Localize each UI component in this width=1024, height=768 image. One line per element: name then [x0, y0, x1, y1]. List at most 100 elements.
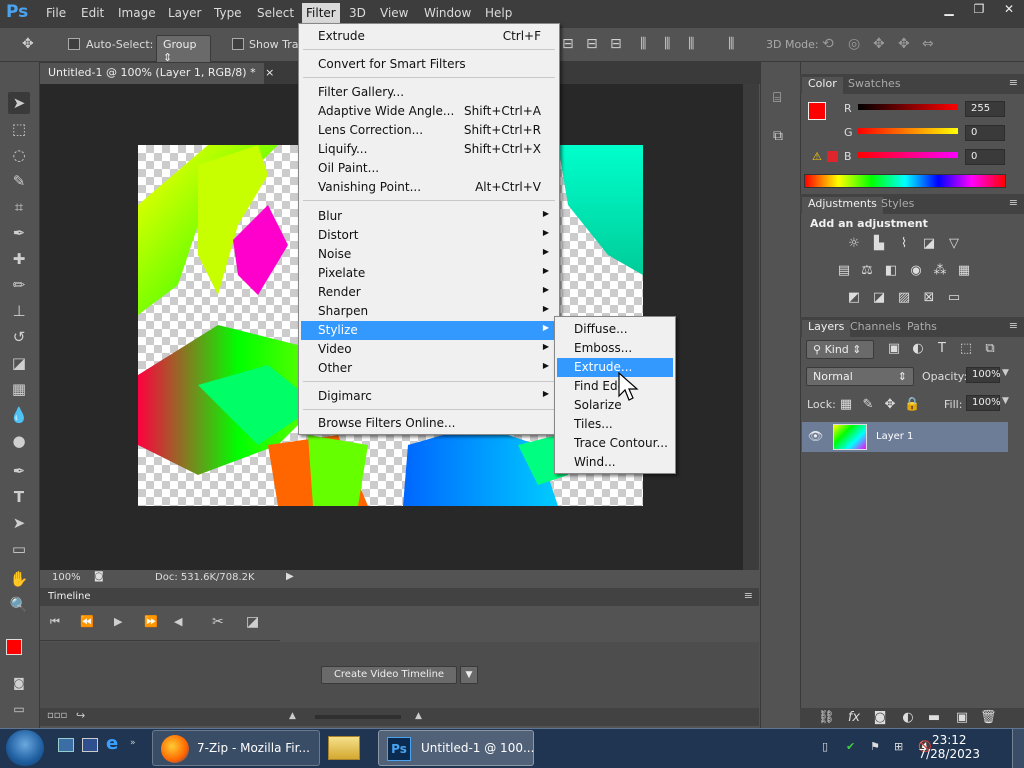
zoom-out-icon[interactable]: ▲ — [289, 711, 296, 721]
quicklaunch-overflow-icon[interactable]: » — [130, 738, 136, 748]
layer-name[interactable]: Layer 1 — [876, 431, 913, 442]
submenu-item-extrude[interactable]: Extrude... — [557, 358, 673, 377]
hand-tool-icon[interactable]: ✋ — [8, 568, 30, 590]
quick-mask-icon[interactable]: ◙ — [8, 672, 30, 694]
zoom-in-icon[interactable]: ▲ — [415, 711, 422, 721]
color-lookup-icon[interactable]: ▦ — [956, 263, 972, 279]
timeline-dropdown-icon[interactable]: ▼ — [460, 666, 478, 684]
blend-mode-select[interactable]: Normal ⇕ — [806, 367, 914, 386]
auto-select-checkbox[interactable] — [68, 38, 80, 53]
zoom-level[interactable]: 100% — [52, 572, 81, 583]
layer-row[interactable]: 👁 Layer 1 — [802, 422, 1008, 452]
posterize-icon[interactable]: ◪ — [871, 290, 887, 306]
gamut-color-swatch[interactable] — [827, 151, 838, 162]
lock-all-icon[interactable]: 🔒 — [904, 397, 920, 413]
document-tab[interactable]: Untitled-1 @ 100% (Layer 1, RGB/8) * × — [40, 63, 274, 84]
gradient-map-icon[interactable]: ▭ — [946, 290, 962, 306]
menu-item[interactable]: Lens Correction... Shift+Ctrl+R — [301, 121, 557, 140]
channel-mixer-icon[interactable]: ⁂ — [932, 263, 948, 279]
panel-menu-icon[interactable]: ≡ — [1009, 76, 1018, 89]
menu-type[interactable]: Type — [214, 6, 242, 20]
r-value[interactable]: 255 — [965, 101, 1005, 117]
zoom-tool-icon[interactable]: 🔍 — [8, 594, 30, 616]
audio-icon[interactable]: ◀ — [174, 615, 182, 628]
menu-item[interactable]: Extrude Ctrl+F — [301, 27, 557, 46]
menu-item[interactable]: Adaptive Wide Angle... Shift+Ctrl+A — [301, 102, 557, 121]
panel-menu-icon[interactable]: ≡ — [1009, 196, 1018, 209]
quicklaunch-icon[interactable] — [82, 738, 98, 752]
action-center-flag-icon[interactable]: ⚑ — [870, 740, 880, 753]
close-icon[interactable]: ✕ — [994, 0, 1024, 18]
menu-item[interactable]: Sharpen ▶ — [301, 302, 557, 321]
tab-adjustments[interactable]: Adjustments — [802, 197, 883, 214]
auto-align-icon[interactable]: ⫼ — [728, 36, 734, 52]
screen-mode-icon[interactable]: ▭ — [8, 698, 30, 720]
menu-item[interactable]: Other ▶ — [301, 359, 557, 378]
menu-item[interactable]: Render ▶ — [301, 283, 557, 302]
curves-icon[interactable]: ⌇ — [896, 236, 912, 252]
crop-tool-icon[interactable]: ⌗ — [8, 196, 30, 218]
properties-panel-icon[interactable]: ⧉ — [773, 128, 783, 144]
frames-icon[interactable]: ▫▫▫ — [47, 710, 67, 721]
pen-tool-icon[interactable]: ✒ — [8, 460, 30, 482]
path-select-tool-icon[interactable]: ➤ — [8, 512, 30, 534]
taskbar-photoshop-button[interactable]: Ps Untitled-1 @ 100... — [378, 730, 534, 766]
tab-layers[interactable]: Layers — [802, 320, 851, 337]
menu-layer[interactable]: Layer — [168, 6, 201, 20]
eyedropper-tool-icon[interactable]: ✒ — [8, 222, 30, 244]
threshold-icon[interactable]: ▨ — [896, 290, 912, 306]
panel-menu-icon[interactable]: ≡ — [1009, 319, 1018, 332]
3d-slide-icon[interactable]: ✥ — [898, 36, 910, 52]
show-desktop-icon[interactable] — [58, 738, 74, 752]
type-tool-icon[interactable]: T — [8, 486, 30, 508]
photo-filter-icon[interactable]: ◉ — [908, 263, 924, 279]
submenu-item[interactable]: Solarize — [557, 396, 673, 415]
timeline-zoom-slider[interactable] — [315, 715, 401, 719]
3d-pan-icon[interactable]: ✥ — [873, 36, 885, 52]
gradient-tool-icon[interactable]: ▦ — [8, 378, 30, 400]
menu-item[interactable]: Pixelate ▶ — [301, 264, 557, 283]
color-balance-icon[interactable]: ⚖ — [859, 263, 875, 279]
move-tool-icon[interactable]: ✥ — [22, 36, 34, 52]
status-menu-icon[interactable]: ◙ — [94, 571, 104, 582]
menu-image[interactable]: Image — [118, 6, 156, 20]
submenu-item[interactable]: Find Edg — [557, 377, 673, 396]
tab-swatches[interactable]: Swatches — [848, 77, 901, 90]
3d-scale-icon[interactable]: ⇔ — [922, 36, 934, 52]
levels-icon[interactable]: ▙ — [871, 236, 887, 252]
fill-dropdown-icon[interactable]: ▼ — [1002, 396, 1009, 406]
g-slider[interactable] — [858, 128, 958, 134]
history-panel-icon[interactable]: ⌸ — [773, 90, 781, 106]
fill-value[interactable]: 100% — [966, 395, 1001, 411]
align-icon[interactable]: ⊟ — [586, 36, 598, 52]
new-adjustment-icon[interactable]: ◐ — [900, 710, 916, 726]
windows-start-button[interactable] — [6, 730, 44, 766]
lock-pixels-icon[interactable]: ✎ — [860, 397, 876, 413]
menu-item[interactable]: Filter Gallery... — [301, 83, 557, 102]
layer-kind-filter[interactable]: ⚲ Kind ⇕ — [806, 340, 874, 359]
menu-view[interactable]: View — [380, 6, 408, 20]
filter-adjustment-icon[interactable]: ◐ — [910, 341, 926, 357]
filter-shape-icon[interactable]: ⬚ — [958, 341, 974, 357]
layer-mask-icon[interactable]: ◙ — [872, 710, 888, 726]
tab-styles[interactable]: Styles — [881, 197, 914, 210]
brush-tool-icon[interactable]: ✏ — [8, 274, 30, 296]
distribute-icon[interactable]: ⫼ — [664, 36, 670, 52]
link-layers-icon[interactable]: ⛓ — [818, 710, 835, 726]
distribute-icon[interactable]: ⫼ — [688, 36, 694, 52]
fx-icon[interactable]: fx — [846, 710, 862, 726]
marquee-tool-icon[interactable]: ⬚ — [8, 118, 30, 140]
tab-paths[interactable]: Paths — [907, 320, 937, 333]
distribute-icon[interactable]: ⫼ — [640, 36, 646, 52]
menu-item[interactable]: Convert for Smart Filters — [301, 55, 557, 74]
minimize-icon[interactable]: ▁ — [934, 0, 964, 18]
submenu-item[interactable]: Trace Contour... — [557, 434, 673, 453]
invert-icon[interactable]: ◩ — [846, 290, 862, 306]
tab-color[interactable]: Color — [802, 77, 843, 94]
menu-file[interactable]: File — [46, 6, 66, 20]
lock-position-icon[interactable]: ✥ — [882, 397, 898, 413]
3d-roll-icon[interactable]: ◎ — [848, 36, 860, 52]
convert-icon[interactable]: ↪ — [76, 709, 85, 722]
blur-tool-icon[interactable]: 💧 — [8, 404, 30, 426]
scissors-icon[interactable]: ✂ — [212, 614, 224, 630]
